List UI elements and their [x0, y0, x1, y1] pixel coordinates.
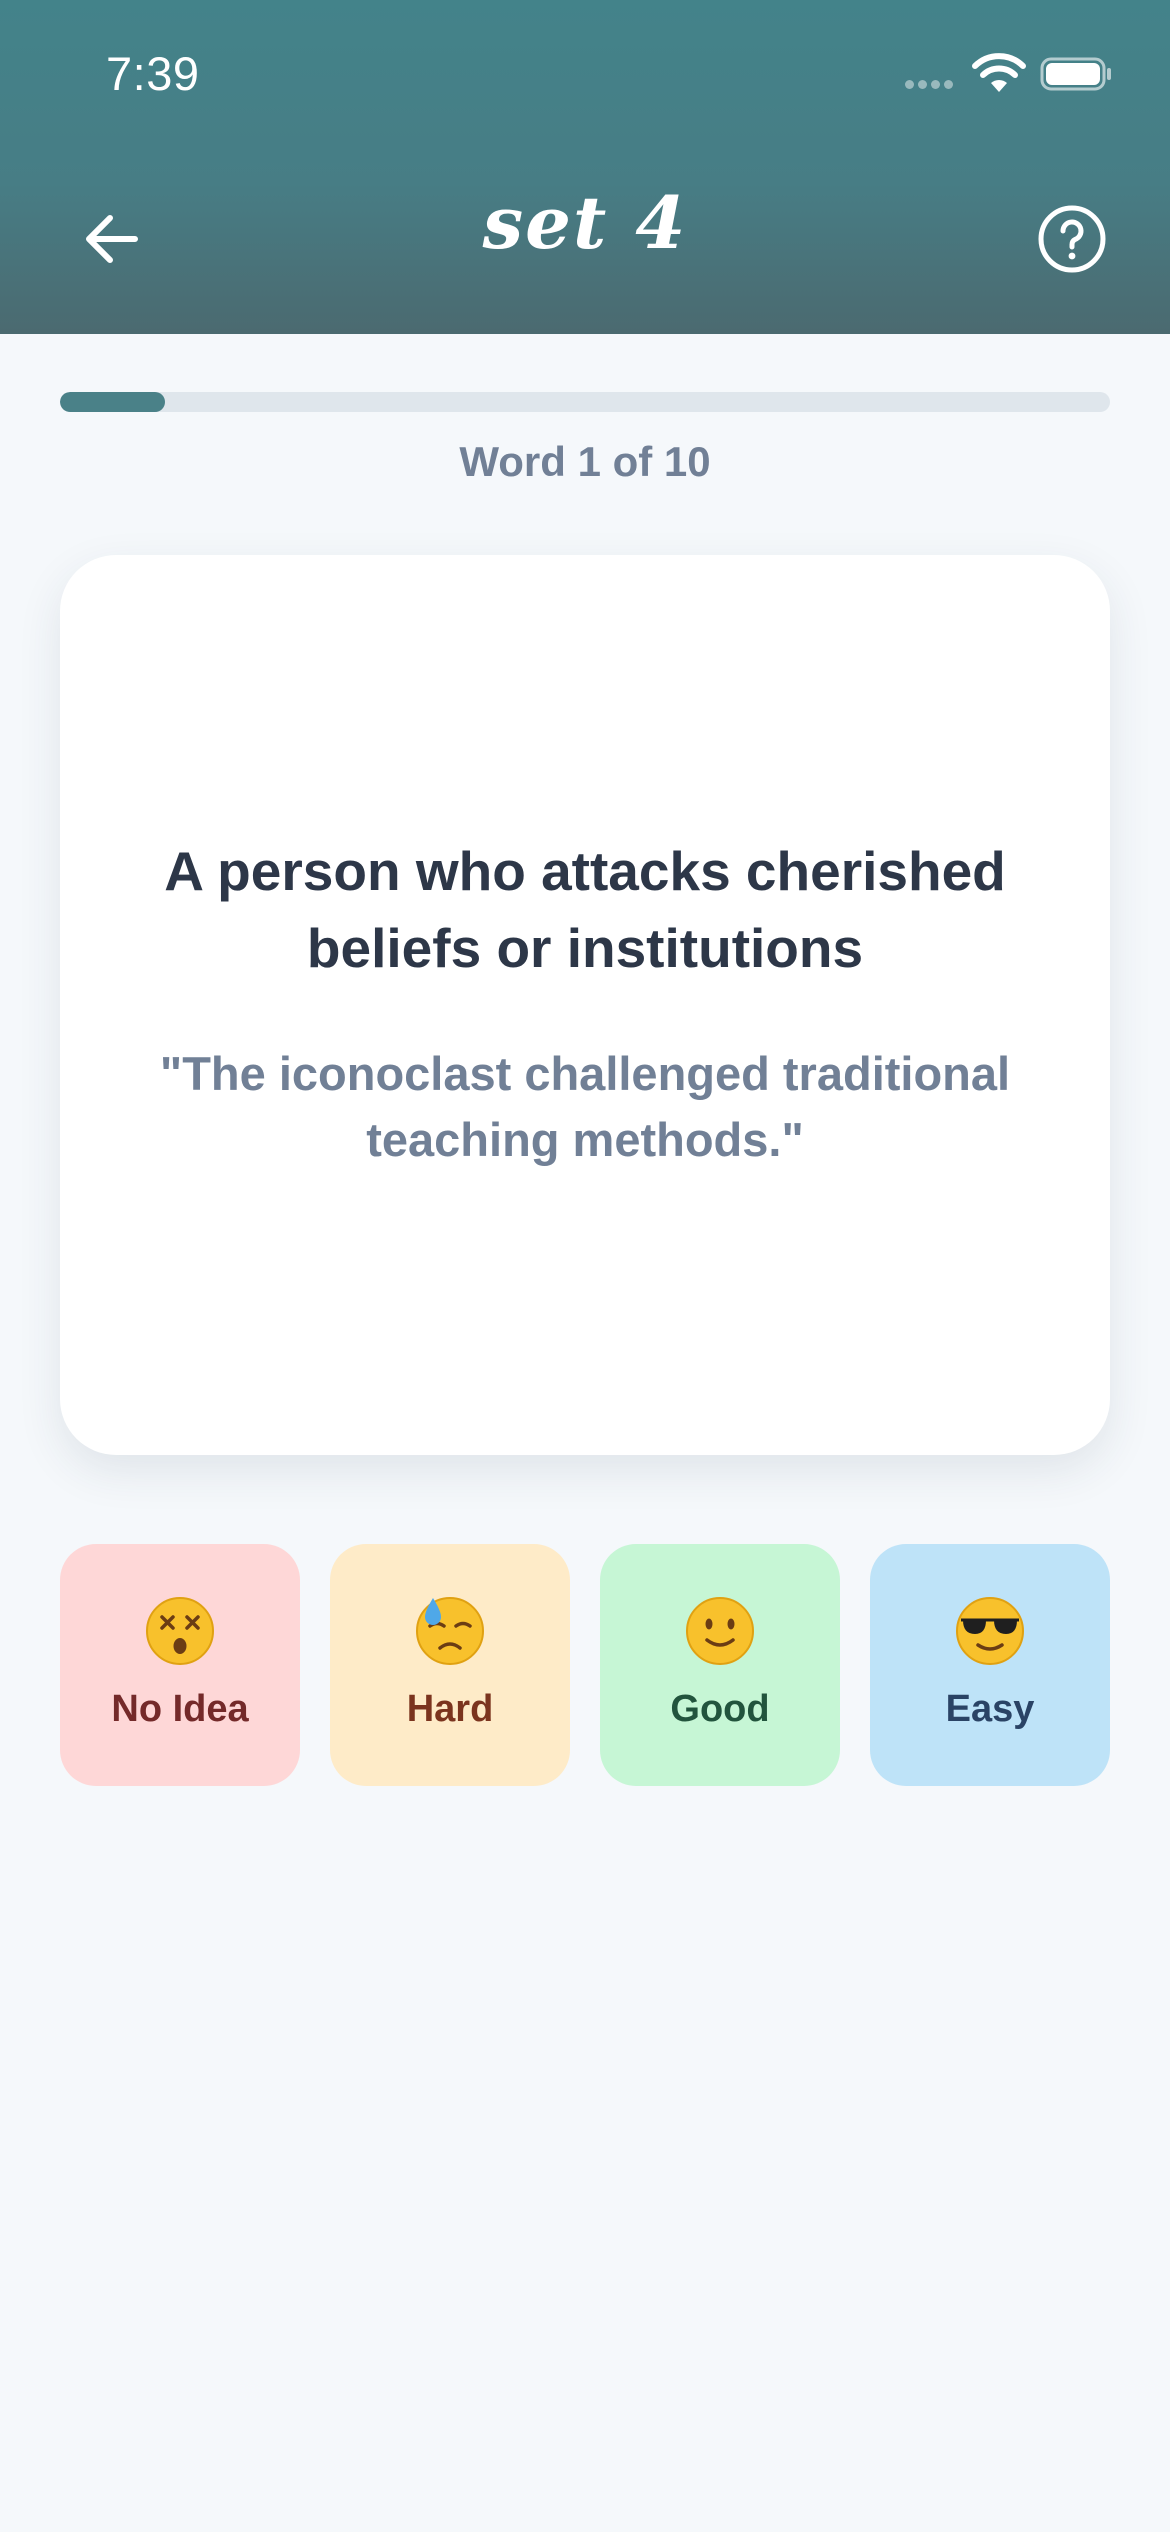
arrow-left-icon — [86, 215, 138, 263]
easy-label: Easy — [945, 1688, 1035, 1730]
card-definition: A person who attacks cherished beliefs o… — [164, 840, 1006, 979]
wifi-icon — [972, 53, 1026, 92]
page-title: set 4 — [482, 180, 688, 265]
no-idea-label: No Idea — [111, 1688, 249, 1730]
cellular-signal-icon — [905, 80, 953, 89]
rating-buttons: No Idea Hard Good Easy — [60, 1544, 1110, 1786]
no-idea-button[interactable]: No Idea — [60, 1544, 300, 1786]
flashcard[interactable]: A person who attacks cherished beliefs o… — [60, 555, 1110, 1455]
dizzy-face-icon — [146, 1597, 214, 1665]
good-label: Good — [670, 1688, 770, 1730]
back-button[interactable] — [78, 206, 144, 272]
sunglasses-face-icon — [956, 1597, 1024, 1665]
help-button[interactable] — [1036, 203, 1108, 275]
status-time: 7:39 — [106, 47, 200, 100]
header-bar: 7:39 set 4 — [0, 0, 1170, 334]
downcast-sweat-face-icon — [416, 1597, 484, 1665]
hard-label: Hard — [406, 1688, 494, 1730]
progress-bar — [60, 392, 1110, 412]
card-example: "The iconoclast challenged traditional t… — [159, 1047, 1011, 1166]
word-counter: Word 1 of 10 — [459, 438, 711, 485]
easy-button[interactable]: Easy — [870, 1544, 1110, 1786]
slightly-smiling-face-icon — [686, 1597, 754, 1665]
good-button[interactable]: Good — [600, 1544, 840, 1786]
progress-fill — [60, 392, 165, 412]
battery-icon — [1040, 57, 1111, 91]
hard-button[interactable]: Hard — [330, 1544, 570, 1786]
